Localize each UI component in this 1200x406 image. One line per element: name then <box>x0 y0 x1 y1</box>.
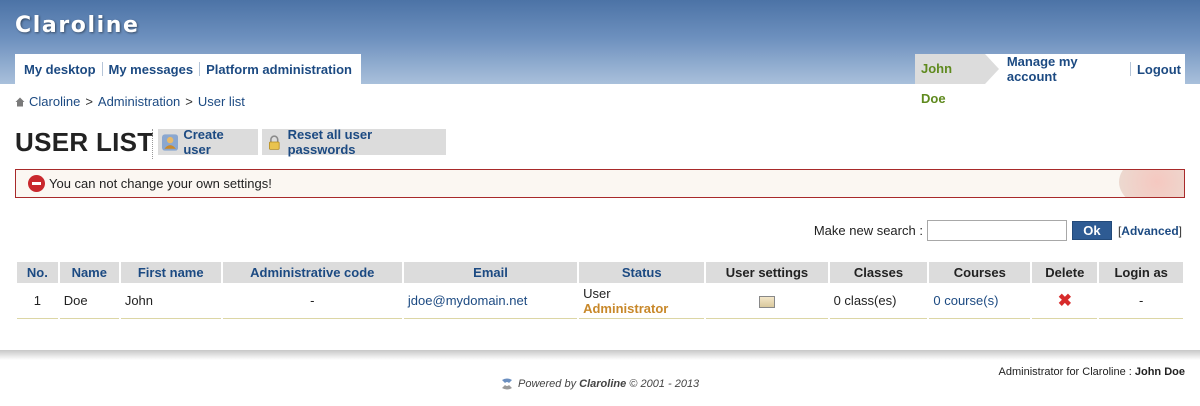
footer-admin-label: Administrator for Claroline : <box>998 366 1132 378</box>
powered-prefix: Powered by <box>518 378 577 390</box>
col-name[interactable]: Name <box>59 262 119 283</box>
error-message-box: You can not change your own settings! <box>15 169 1185 198</box>
cell-name: Doe <box>59 283 119 319</box>
nav-separator <box>199 62 201 76</box>
advanced-search-link[interactable]: [Advanced] <box>1118 224 1182 238</box>
nav-separator <box>101 62 103 76</box>
col-user-settings: User settings <box>706 262 828 283</box>
col-delete: Delete <box>1032 262 1098 283</box>
col-first-name[interactable]: First name <box>120 262 221 283</box>
nav-manage-account[interactable]: Manage my account <box>1003 54 1128 84</box>
nav-my-messages[interactable]: My messages <box>105 62 198 77</box>
col-login-as: Login as <box>1099 262 1183 283</box>
advanced-search-label: Advanced <box>1121 223 1179 238</box>
claroline-logo-icon <box>502 378 512 390</box>
breadcrumb-separator: > <box>85 94 93 109</box>
table-row: 1 Doe John - jdoe@mydomain.net User Admi… <box>17 283 1183 319</box>
powered-by: Powered by Claroline © 2001 - 2013 <box>500 377 710 391</box>
reset-passwords-button[interactable]: Reset all user passwords <box>262 127 446 157</box>
col-status[interactable]: Status <box>579 262 705 283</box>
nav-separator <box>1130 62 1131 76</box>
nav-my-desktop[interactable]: My desktop <box>20 62 100 77</box>
status-user: User <box>583 285 611 301</box>
bracket-close: ] <box>1178 223 1182 238</box>
powered-brand[interactable]: Claroline <box>579 378 626 390</box>
breadcrumb-claroline[interactable]: Claroline <box>29 94 80 109</box>
table-header-row: No. Name First name Administrative code … <box>17 262 1183 283</box>
nav-logout[interactable]: Logout <box>1133 62 1185 77</box>
breadcrumb-user-list[interactable]: User list <box>198 94 245 109</box>
cell-user-settings <box>706 283 828 319</box>
error-icon <box>28 175 45 192</box>
cell-classes: 0 class(es) <box>829 283 928 319</box>
search-ok-button[interactable]: Ok <box>1071 221 1112 240</box>
col-no[interactable]: No. <box>17 262 58 283</box>
col-administrative-code[interactable]: Administrative code <box>222 262 402 283</box>
lock-icon <box>269 134 280 150</box>
breadcrumb-separator: > <box>185 94 193 109</box>
error-decoration <box>1119 170 1184 197</box>
user-nav: John Doe Manage my account Logout <box>915 54 1185 106</box>
cell-administrative-code: - <box>222 283 402 319</box>
cell-email: jdoe@mydomain.net <box>403 283 578 319</box>
user-table: No. Name First name Administrative code … <box>15 262 1185 319</box>
home-icon <box>15 97 25 106</box>
col-courses: Courses <box>929 262 1031 283</box>
error-message-text: You can not change your own settings! <box>49 176 272 191</box>
cell-login-as: - <box>1099 283 1183 319</box>
title-divider <box>152 129 153 159</box>
reset-passwords-label: Reset all user passwords <box>287 127 373 157</box>
breadcrumb-administration[interactable]: Administration <box>98 94 180 109</box>
col-email[interactable]: Email <box>403 262 578 283</box>
courses-link[interactable]: 0 course(s) <box>933 293 998 308</box>
create-user-label: Create user <box>183 127 224 157</box>
cell-delete: ✖ <box>1032 283 1098 319</box>
page-title: USER LIST <box>15 127 154 157</box>
app-logo[interactable]: Claroline <box>15 13 140 38</box>
footer-divider <box>0 350 1200 360</box>
footer-admin-name[interactable]: John Doe <box>1135 366 1185 378</box>
footer-admin-info: Administrator for Claroline : John Doe <box>999 366 1185 378</box>
delete-icon[interactable]: ✖ <box>1058 292 1072 309</box>
col-classes: Classes <box>829 262 928 283</box>
cell-first-name: John <box>120 283 221 319</box>
search-input[interactable] <box>926 220 1067 241</box>
powered-suffix: © 2001 - 2013 <box>629 378 700 390</box>
user-add-icon <box>162 133 179 151</box>
status-administrator: Administrator <box>583 300 669 316</box>
cell-status: User Administrator <box>579 283 705 319</box>
email-link[interactable]: jdoe@mydomain.net <box>408 293 527 308</box>
nav-platform-administration[interactable]: Platform administration <box>202 62 356 77</box>
search-label: Make new search : <box>813 223 923 238</box>
create-user-button[interactable]: Create user <box>158 127 258 157</box>
header-banner: Claroline My desktop My messages Platfor… <box>0 0 1200 106</box>
current-user-name: John Doe <box>915 54 999 106</box>
cell-courses: 0 course(s) <box>929 283 1031 319</box>
breadcrumb: Claroline > Administration > User list <box>15 94 245 109</box>
cell-no: 1 <box>17 283 58 319</box>
main-nav: My desktop My messages Platform administ… <box>15 54 361 84</box>
user-card-icon[interactable] <box>758 295 775 308</box>
search-form: Make new search : Ok [Advanced] <box>814 220 1182 241</box>
